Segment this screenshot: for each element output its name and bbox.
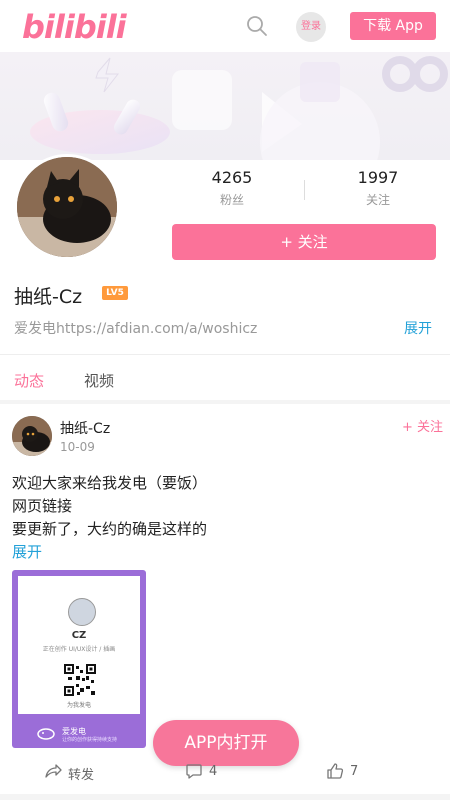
like-action[interactable]: 7	[326, 762, 376, 782]
fans-count: 4265	[211, 168, 253, 187]
login-button[interactable]: 登录	[296, 12, 326, 42]
following-stat[interactable]: 1997 关注	[318, 168, 438, 208]
card-footer-subtitle: 让你的创作获得持续支持	[62, 737, 118, 743]
stats-divider	[304, 180, 305, 200]
share-action[interactable]: 转发	[44, 762, 104, 783]
post-author-name[interactable]: 抽纸-Cz	[60, 418, 110, 438]
post-expand-link[interactable]: 展开	[12, 541, 42, 562]
tab-videos[interactable]: 视频	[84, 370, 114, 391]
post-text-line: 要更新了，大约的确是这样的	[12, 520, 208, 538]
bio-expand-link[interactable]: 展开	[404, 318, 432, 338]
top-header: bilibili 登录 下载 App	[0, 0, 450, 52]
card-subtitle: 正在创作 UI/UX设计 / 插画	[42, 646, 116, 653]
post-follow-button[interactable]: + 关注	[402, 416, 443, 435]
like-count: 7	[350, 764, 359, 779]
following-label: 关注	[365, 193, 390, 207]
profile-bio: 爱发电https://afdian.com/a/woshicz	[14, 321, 258, 337]
level-badge: LV5	[102, 286, 128, 300]
afdian-logo-icon	[37, 728, 55, 740]
thumbs-up-icon	[327, 763, 344, 779]
post-web-link[interactable]: 网页链接	[12, 495, 72, 516]
follow-button[interactable]: + 关注	[172, 224, 436, 260]
share-label: 转发	[68, 768, 95, 783]
post-author-avatar[interactable]	[12, 416, 52, 456]
bottom-divider	[0, 794, 450, 800]
banner-decoration-illustration	[30, 56, 448, 160]
open-in-app-button[interactable]: APP内打开	[153, 720, 299, 766]
profile-banner	[0, 52, 450, 160]
fans-stat[interactable]: 4265 粉丝	[172, 168, 292, 208]
post-date: 10-09	[60, 440, 95, 454]
comment-action[interactable]: 4	[185, 762, 235, 782]
card-caption: 为我发电	[66, 702, 91, 709]
comment-count: 4	[209, 764, 218, 779]
following-count: 1997	[357, 168, 399, 187]
fans-label: 粉丝	[219, 193, 244, 207]
post-text-line: 欢迎大家来给我发电（要饭）	[12, 474, 208, 492]
tab-dynamics[interactable]: 动态	[14, 370, 44, 391]
comment-icon	[186, 764, 202, 779]
user-avatar[interactable]	[14, 154, 120, 260]
card-avatar	[68, 598, 96, 626]
section-divider	[0, 400, 450, 404]
qr-code-icon	[64, 664, 96, 696]
profile-stats: 4265 粉丝 1997 关注	[172, 168, 436, 212]
post-image-card[interactable]: CZ 正在创作 UI/UX设计 / 插画 为我发电 爱发电 让你的创作获得持续支…	[12, 570, 146, 748]
share-icon	[45, 764, 62, 778]
card-footer: 爱发电 让你的创作获得持续支持	[18, 720, 140, 744]
download-app-button[interactable]: 下载 App	[350, 12, 436, 40]
section-divider	[0, 354, 450, 355]
card-content: CZ 正在创作 UI/UX设计 / 插画 为我发电	[18, 576, 140, 714]
bilibili-logo[interactable]: bilibili	[22, 8, 127, 46]
card-title: CZ	[71, 630, 87, 641]
search-icon[interactable]	[246, 15, 268, 37]
profile-username: 抽纸-Cz	[14, 286, 83, 308]
